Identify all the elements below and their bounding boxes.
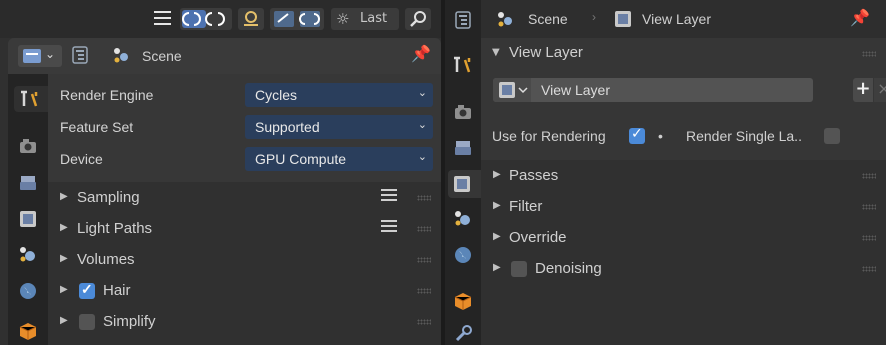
denoising-checkbox[interactable]: [511, 261, 527, 277]
pin-icon[interactable]: 📌: [411, 44, 431, 63]
panel-volumes[interactable]: ▶ Volumes: [48, 245, 441, 276]
tab-modifiers[interactable]: [450, 322, 476, 345]
properties-header: Scene › View Layer 📌: [481, 0, 886, 38]
remove-view-layer-button[interactable]: ×: [874, 78, 886, 102]
drag-handle-icon[interactable]: [417, 257, 431, 263]
panel-override[interactable]: ▶ Override: [481, 223, 886, 254]
drag-handle-icon[interactable]: [862, 204, 876, 210]
viewport-topbar: ☼ Last: [0, 0, 441, 38]
last-operator-button[interactable]: ☼ Last: [331, 8, 399, 30]
drag-handle-icon[interactable]: [862, 266, 876, 272]
render-single-layer-label: Render Single La..: [686, 128, 802, 144]
tab-object[interactable]: [450, 288, 476, 314]
use-for-rendering-checkbox[interactable]: [629, 126, 645, 144]
breadcrumb-view-layer: View Layer: [642, 11, 712, 27]
properties-editor-icon: [23, 49, 41, 63]
tab-tool[interactable]: [14, 86, 48, 112]
pin-icon[interactable]: 📌: [850, 8, 870, 27]
properties-tabs: [8, 74, 48, 345]
drag-handle-icon[interactable]: [417, 226, 431, 232]
drag-handle-icon[interactable]: [862, 235, 876, 241]
expand-triangle-icon: ▶: [60, 315, 68, 326]
drag-handle-icon[interactable]: [862, 173, 876, 179]
simplify-checkbox[interactable]: [79, 314, 95, 330]
feature-set-row: Feature Set Supported ⌄: [48, 115, 441, 141]
outliner-icon[interactable]: [455, 11, 471, 29]
overlay-icon[interactable]: [238, 8, 264, 30]
panel-simplify[interactable]: ▶ Simplify: [48, 307, 441, 338]
sun-icon: ☼: [336, 10, 350, 28]
scene-icon: [114, 48, 128, 63]
breadcrumb-separator-icon: ›: [592, 10, 596, 24]
tab-render[interactable]: [15, 134, 41, 160]
presets-list-icon[interactable]: [381, 189, 397, 205]
expand-triangle-icon: ▶: [60, 222, 68, 233]
tab-world[interactable]: [15, 278, 41, 304]
chevron-down-icon: ⌄: [45, 47, 56, 61]
tab-scene[interactable]: [450, 206, 476, 232]
drag-handle-icon[interactable]: [862, 51, 876, 57]
tab-tool[interactable]: [449, 52, 477, 78]
chevron-down-icon: ⌄: [417, 87, 427, 99]
device-row: Device GPU Compute ⌄: [48, 147, 441, 173]
render-engine-row: Render Engine Cycles ⌄: [48, 83, 441, 109]
properties-editor-right: Scene › View Layer 📌 ▼ View Layer View L…: [445, 0, 886, 345]
presets-list-icon[interactable]: [381, 220, 397, 236]
device-dropdown[interactable]: GPU Compute ⌄: [245, 147, 433, 171]
panel-view-layer-body: View Layer + × Use for Rendering • Rende…: [481, 70, 886, 160]
tab-render[interactable]: [450, 100, 476, 126]
properties-editor-left: ☼ Last ⌄ Scene 📌 Render Engine Cycles ⌄ …: [0, 0, 441, 345]
expand-triangle-icon: ▶: [60, 191, 68, 202]
breadcrumb-scene: Scene: [528, 11, 568, 27]
expand-triangle-icon: ▶: [60, 284, 68, 295]
render-single-layer-checkbox[interactable]: [824, 128, 840, 144]
expand-triangle-icon: ▶: [493, 169, 501, 180]
panel-denoising[interactable]: ▶ Denoising: [481, 254, 886, 285]
properties-tabs: [445, 0, 481, 345]
use-for-rendering-label: Use for Rendering: [492, 128, 606, 144]
render-settings-top: Render Engine Cycles ⌄ Feature Set Suppo…: [48, 74, 441, 182]
view-layer-browse-button[interactable]: [493, 78, 531, 102]
view-layer-subpanels: ▶ Passes ▶ Filter ▶ Override ▶ Denoising: [481, 161, 886, 285]
view-layer-selector[interactable]: View Layer: [493, 78, 813, 102]
panel-view-layer-header[interactable]: ▼ View Layer: [481, 38, 886, 70]
tab-scene[interactable]: [15, 242, 41, 268]
hair-checkbox[interactable]: [79, 281, 95, 299]
render-engine-dropdown[interactable]: Cycles ⌄: [245, 83, 433, 107]
drag-handle-icon[interactable]: [417, 288, 431, 294]
editor-type-dropdown[interactable]: ⌄: [18, 45, 62, 67]
tab-object[interactable]: [15, 318, 41, 344]
tab-world[interactable]: [450, 242, 476, 268]
panel-light-paths[interactable]: ▶ Light Paths: [48, 214, 441, 245]
panel-filter[interactable]: ▶ Filter: [481, 192, 886, 223]
drag-handle-icon[interactable]: [417, 319, 431, 325]
panel-passes[interactable]: ▶ Passes: [481, 161, 886, 192]
tab-view-layer[interactable]: [448, 170, 481, 198]
viewport-shading-button[interactable]: [180, 8, 232, 30]
gizmo-toggle-button[interactable]: [270, 8, 324, 30]
feature-set-dropdown[interactable]: Supported ⌄: [245, 115, 433, 139]
tab-output[interactable]: [450, 135, 476, 161]
bullet-icon: •: [658, 128, 663, 144]
render-properties: Render Engine Cycles ⌄ Feature Set Suppo…: [48, 74, 441, 345]
expand-triangle-icon: ▶: [493, 200, 501, 211]
search-icon[interactable]: [405, 8, 431, 30]
collapse-triangle-icon: ▼: [492, 47, 500, 58]
tab-output[interactable]: [15, 170, 41, 196]
expand-triangle-icon: ▶: [493, 231, 501, 242]
panel-hair[interactable]: ▶ Hair: [48, 276, 441, 307]
panel-sampling[interactable]: ▶ Sampling: [48, 183, 441, 214]
hamburger-icon[interactable]: [154, 11, 171, 25]
scene-label: Scene: [142, 48, 182, 64]
add-view-layer-button[interactable]: +: [853, 78, 873, 102]
chevron-down-icon: ⌄: [417, 119, 427, 131]
drag-handle-icon[interactable]: [417, 195, 431, 201]
chevron-down-icon: ⌄: [417, 151, 427, 163]
view-layer-icon: [615, 11, 631, 27]
expand-triangle-icon: ▶: [60, 253, 68, 264]
tab-view-layer[interactable]: [15, 206, 41, 232]
scene-icon: [498, 12, 512, 27]
expand-triangle-icon: ▶: [493, 262, 501, 273]
outliner-icon[interactable]: [72, 46, 88, 64]
